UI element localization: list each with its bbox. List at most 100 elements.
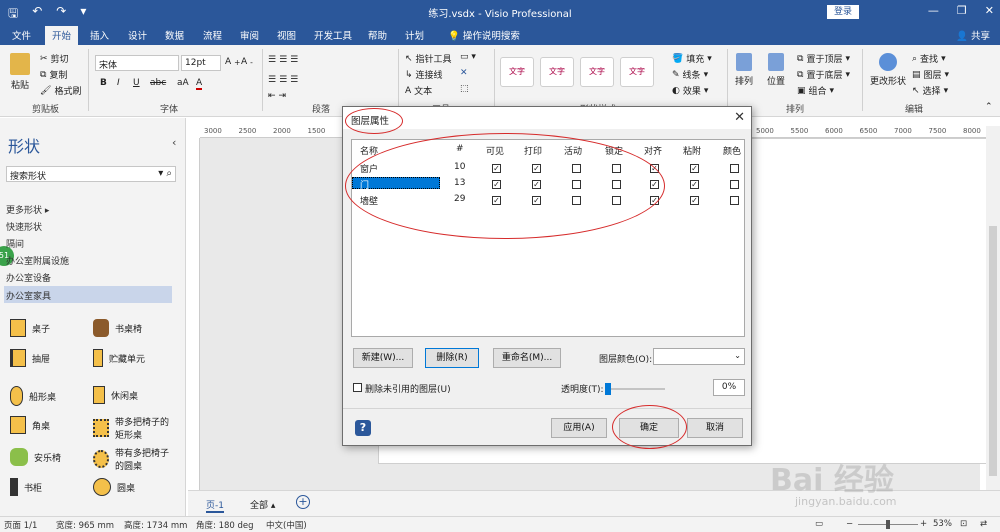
paste-button[interactable]: 粘贴 [10,53,30,91]
col-glue[interactable]: 粘附 [683,144,701,157]
col-name[interactable]: 名称 [360,144,378,157]
grow-font-button[interactable]: A + [225,57,240,67]
layer-name[interactable]: 窗户 [360,162,378,175]
shape-round-table-chairs[interactable]: 带有多把椅子的圆桌 [93,446,173,472]
col-active[interactable]: 活动 [564,144,582,157]
slider-knob[interactable] [605,383,611,395]
underline-button[interactable]: U [133,78,140,88]
checkbox-active[interactable] [572,164,581,173]
align-left-buttons[interactable]: ☰☰☰ [268,75,301,85]
tab-view[interactable]: 视图 [277,28,296,42]
checkbox-active[interactable] [572,180,581,189]
arrange-button[interactable]: 排列 [735,53,753,87]
col-lock[interactable]: 锁定 [605,144,623,157]
shape-boat-table[interactable]: 船形桌 [10,386,56,406]
layer-name[interactable]: 墙壁 [360,194,378,207]
checkbox-lock[interactable] [612,196,621,205]
shape-style-1[interactable]: 文字 [500,57,534,87]
shape-desk-chair[interactable]: 书桌椅 [93,319,142,337]
cut-button[interactable]: ✂ 剪切 [40,52,69,66]
stencil-office-equipment[interactable]: 办公室设备 [6,271,51,284]
zoom-out-button[interactable]: − [846,519,853,529]
checkbox-lock[interactable] [612,164,621,173]
tab-help[interactable]: 帮助 [368,28,387,42]
format-painter-button[interactable]: 🖌 格式刷 [40,84,81,98]
tab-insert[interactable]: 插入 [90,28,109,42]
shape-search-input[interactable]: 搜索形状 ▾ ⌕ [6,166,176,182]
checkbox-lock[interactable] [612,180,621,189]
checkbox-snap[interactable]: ✓ [650,196,659,205]
find-button[interactable]: ⌕ 查找 ▾ [912,52,946,66]
rectangle-tool-button[interactable]: ▭ ▾ [460,52,476,62]
page-tab-1[interactable]: 页-1 [206,498,224,513]
more-shapes-link[interactable]: 更多形状 ▸ [6,203,49,216]
select-button[interactable]: ↖ 选择 ▾ [912,84,948,98]
all-pages-button[interactable]: 全部 ▴ [250,498,275,511]
shape-style-2[interactable]: 文字 [540,57,574,87]
send-to-back-button[interactable]: ⧉ 置于底层 ▾ [797,68,850,82]
col-snap[interactable]: 对齐 [644,144,662,157]
tab-file[interactable]: 文件 [12,28,31,42]
tab-data[interactable]: 数据 [165,28,184,42]
checkbox-glue[interactable]: ✓ [690,164,699,173]
shape-storage-unit[interactable]: 贮藏单元 [93,349,145,367]
apply-button[interactable]: 应用(A) [551,418,607,438]
font-size-select[interactable]: 12pt [181,55,221,71]
strikethrough-button[interactable]: abc [150,78,166,88]
shape-style-3[interactable]: 文字 [580,57,614,87]
status-page[interactable]: 页面 1/1 [4,519,37,531]
checkbox-snap[interactable]: ✓ [650,164,659,173]
checkbox-color[interactable] [730,196,739,205]
align-top-buttons[interactable]: ☰☰☰ [268,55,301,65]
change-shape-button[interactable]: 更改形状 [870,53,906,87]
stencil-cubicles[interactable]: 隔间 [6,237,24,250]
login-button[interactable]: 登录 [827,5,859,19]
shape-drawer[interactable]: 抽屉 [10,349,50,367]
stencil-office-accessories[interactable]: 办公室附属设施 [6,254,69,267]
checkbox-print[interactable]: ✓ [532,180,541,189]
checkbox-snap[interactable]: ✓ [650,180,659,189]
zoom-in-button[interactable]: + [920,519,927,529]
layers-button[interactable]: ▤ 图层 ▾ [912,68,949,82]
remove-unused-checkbox[interactable] [353,383,362,392]
position-button[interactable]: 位置 [767,53,785,87]
font-size-aa-button[interactable]: aA [177,78,189,88]
collapse-pane-icon[interactable]: ‹ [172,136,176,149]
zoom-level[interactable]: 53% [933,519,952,529]
checkbox-color[interactable] [730,180,739,189]
shape-desk[interactable]: 桌子 [10,319,50,337]
x-tool-button[interactable]: ✕ [460,68,468,78]
scrollbar-thumb[interactable] [989,226,997,476]
col-color[interactable]: 颜色 [723,144,741,157]
quick-shapes-stencil[interactable]: 快速形状 [6,220,42,233]
checkbox-print[interactable]: ✓ [532,164,541,173]
delete-layer-button[interactable]: 删除(R) [425,348,479,368]
stencil-office-furniture[interactable]: 办公室家具 [4,286,172,303]
layer-color-select[interactable]: ⌄ [653,348,745,365]
tab-process[interactable]: 流程 [203,28,222,42]
switch-windows-icon[interactable]: ⇄ [980,519,987,529]
shrink-font-button[interactable]: A- [241,57,253,67]
restore-button[interactable]: ❐ [957,4,967,17]
text-tool-button[interactable]: A 文本 [405,84,432,98]
tab-design[interactable]: 设计 [128,28,147,42]
connector-button[interactable]: ↳ 连接线 [405,68,443,82]
add-page-icon[interactable]: + [296,495,310,509]
layer-name[interactable]: 门 [360,178,369,191]
copy-button[interactable]: ⧉ 复制 [40,68,67,82]
transparency-value[interactable]: 0% [713,379,745,396]
close-icon[interactable]: ✕ [734,110,745,125]
shape-bookcase[interactable]: 书柜 [10,478,42,496]
zoom-slider-thumb[interactable] [886,520,890,529]
bring-to-front-button[interactable]: ⧉ 置于顶层 ▾ [797,52,850,66]
col-visible[interactable]: 可见 [486,144,504,157]
ok-button[interactable]: 确定 [619,418,679,438]
tell-me-search[interactable]: 💡 操作说明搜索 [448,28,520,42]
bold-button[interactable]: B [100,78,107,88]
effect-button[interactable]: ◐ 效果 ▾ [672,84,708,98]
checkbox-glue[interactable]: ✓ [690,180,699,189]
presentation-mode-icon[interactable]: ▭ [815,519,823,529]
shape-rect-table-chairs[interactable]: 带多把椅子的矩形桌 [93,415,173,441]
checkbox-visible[interactable]: ✓ [492,196,501,205]
fill-button[interactable]: 🪣 填充 ▾ [672,52,712,66]
